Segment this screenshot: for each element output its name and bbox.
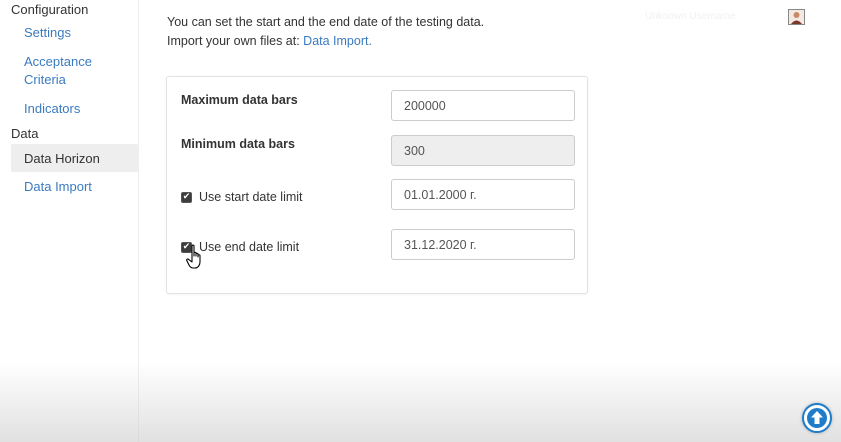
sidebar-item-data-horizon[interactable]: Data Horizon [11, 144, 138, 172]
use-start-date-limit-row[interactable]: ✔ Use start date limit [181, 190, 303, 204]
sidebar-heading-data: Data [11, 126, 39, 141]
data-horizon-panel: Maximum data bars 200000 Minimum data ba… [166, 76, 588, 294]
sidebar-heading-configuration: Configuration [11, 2, 89, 17]
intro-line-2: Import your own files at: Data Import. [167, 32, 484, 51]
user-avatar-icon[interactable] [788, 9, 805, 25]
end-date-input[interactable]: 31.12.2020 г. [391, 229, 575, 260]
sidebar-item-acceptance-line1: Acceptance [24, 54, 92, 69]
sidebar-item-data-import[interactable]: Data Import [24, 178, 92, 196]
sidebar-nav: Configuration Settings Acceptance Criter… [0, 0, 139, 442]
start-date-input[interactable]: 01.01.2000 г. [391, 179, 575, 210]
sidebar-item-indicators[interactable]: Indicators [24, 100, 80, 118]
hand-pointer-icon [186, 244, 201, 269]
sidebar-item-settings[interactable]: Settings [24, 24, 71, 42]
user-name-text: Unknown Username [645, 11, 736, 22]
sidebar-item-acceptance-criteria[interactable]: Acceptance Criteria [24, 53, 92, 89]
sidebar-item-acceptance-line2: Criteria [24, 72, 66, 87]
start-date-limit-checkbox[interactable]: ✔ [181, 191, 192, 203]
start-date-limit-label: Use start date limit [199, 190, 303, 204]
intro-text: You can set the start and the end date o… [167, 13, 484, 51]
min-data-bars-label: Minimum data bars [181, 137, 295, 151]
max-data-bars-label: Maximum data bars [181, 93, 298, 107]
min-data-bars-input: 300 [391, 135, 575, 166]
max-data-bars-input[interactable]: 200000 [391, 90, 575, 121]
intro-line-1: You can set the start and the end date o… [167, 15, 485, 29]
end-date-limit-label: Use end date limit [199, 240, 300, 254]
data-import-link[interactable]: Data Import. [303, 34, 372, 48]
sidebar-item-data-horizon-label: Data Horizon [24, 151, 100, 166]
scroll-to-top-button[interactable] [802, 403, 832, 433]
arrow-up-circle-icon [807, 408, 827, 428]
intro-line-2-prefix: Import your own files at: [167, 34, 304, 48]
